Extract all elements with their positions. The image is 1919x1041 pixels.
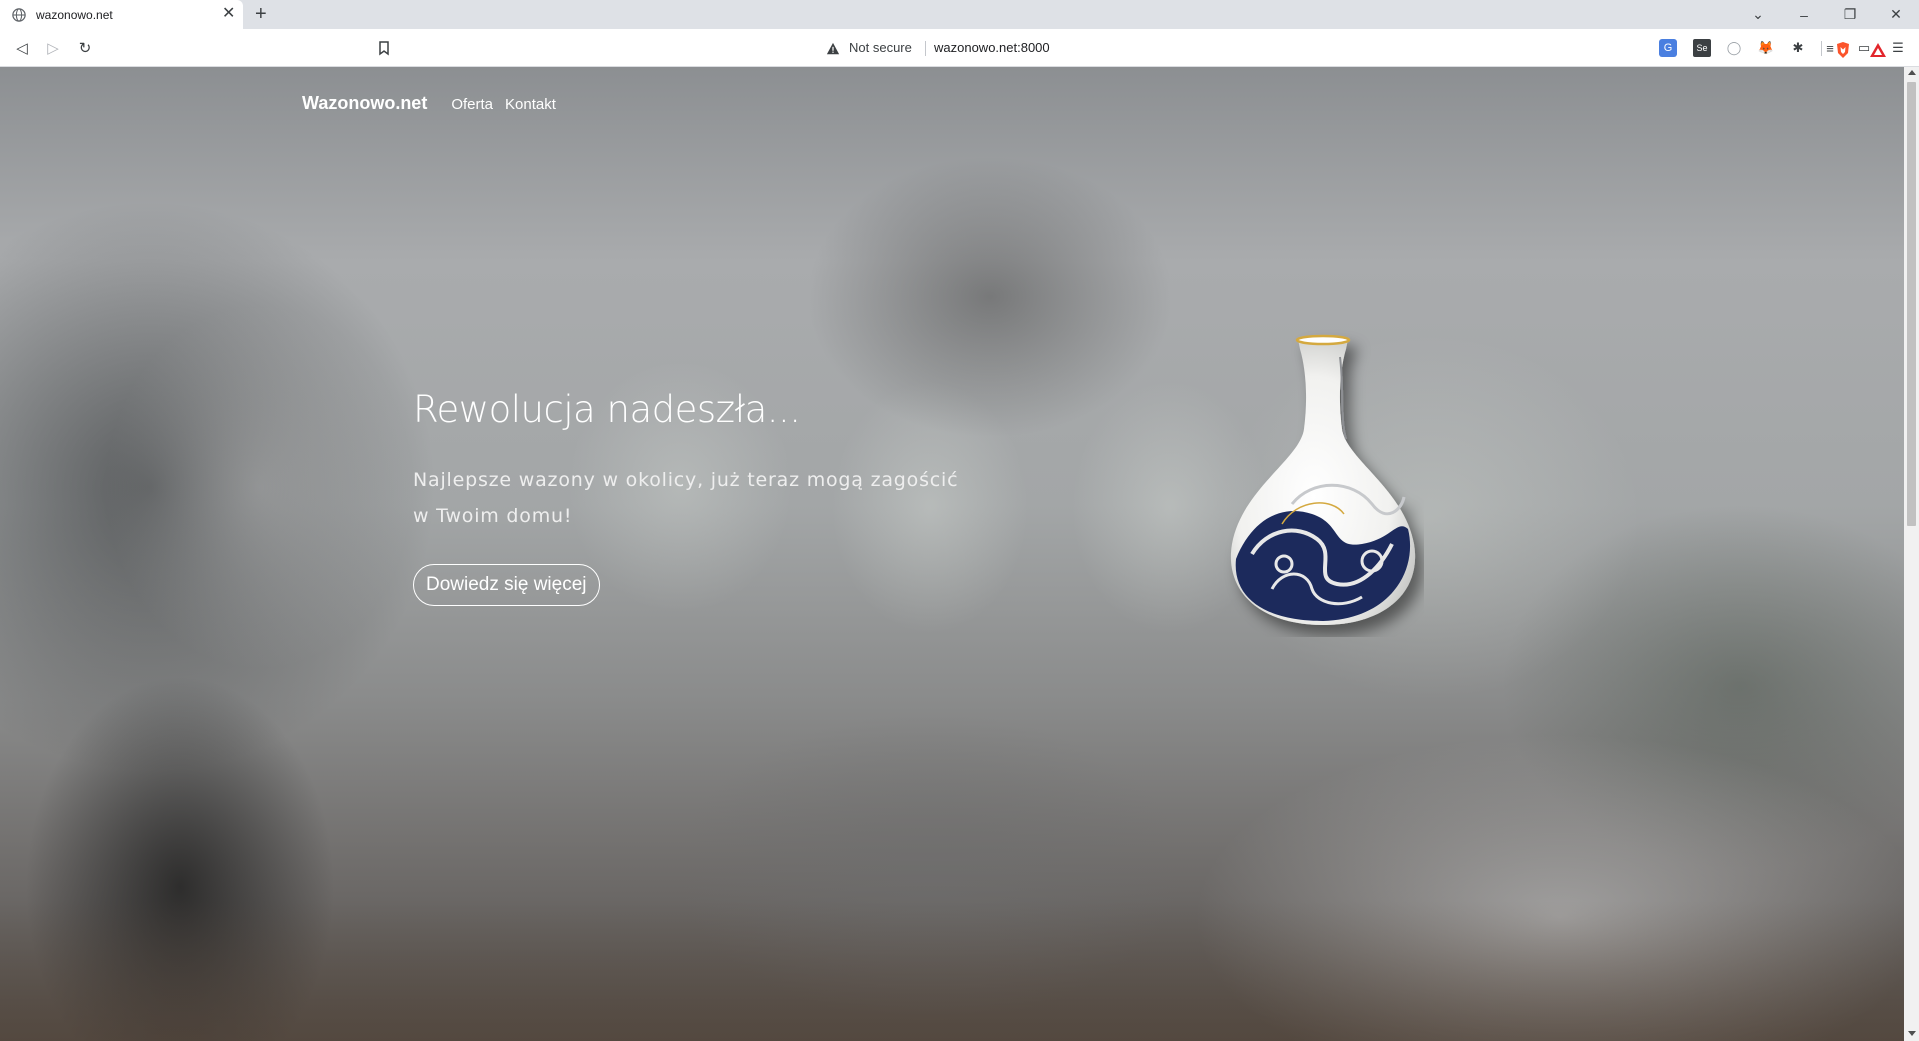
forward-button[interactable]: ▷	[43, 38, 63, 58]
tab-search-icon[interactable]: ⌄	[1735, 0, 1781, 29]
wallet-icon[interactable]: ▭	[1855, 39, 1873, 57]
site-navbar: Wazonowo.net Oferta Kontakt	[302, 93, 556, 114]
close-tab-icon[interactable]: ✕	[222, 6, 235, 22]
extensions-puzzle-icon[interactable]: ✱	[1789, 39, 1807, 57]
url-text[interactable]: wazonowo.net:8000	[934, 40, 1050, 55]
hero-title: Rewolucja nadeszła...	[413, 388, 801, 431]
restore-button[interactable]: ❐	[1827, 0, 1873, 29]
new-tab-button[interactable]: +	[255, 4, 267, 24]
tab-active[interactable]: wazonowo.net ✕	[0, 0, 243, 29]
scroll-thumb[interactable]	[1907, 82, 1916, 526]
translate-extension-icon[interactable]: G	[1659, 39, 1677, 57]
browser-toolbar: ◁ ▷ ↻ Not secure wazonowo.net:8000 G Se …	[0, 29, 1919, 67]
bookmark-icon[interactable]	[376, 40, 392, 56]
menu-icon[interactable]: ☰	[1889, 39, 1907, 57]
nav-link-contact[interactable]: Kontakt	[505, 96, 556, 113]
scroll-up-arrow-icon[interactable]	[1908, 70, 1916, 75]
url-separator	[925, 41, 926, 56]
window-controls: ⌄ – ❐ ✕	[1735, 0, 1919, 29]
minimize-button[interactable]: –	[1781, 0, 1827, 29]
warning-icon[interactable]	[826, 42, 840, 56]
background-floor	[0, 901, 1904, 1041]
metamask-extension-icon[interactable]: 🦊	[1757, 39, 1775, 57]
nav-link-offer[interactable]: Oferta	[451, 96, 493, 113]
vase-image	[1230, 334, 1416, 625]
reload-button[interactable]: ↻	[75, 38, 95, 58]
circle-extension-icon[interactable]: ◯	[1725, 39, 1743, 57]
hero-subtitle: Najlepsze wazony w okolicy, już teraz mo…	[413, 469, 959, 527]
page-viewport: Wazonowo.net Oferta Kontakt Rewolucja na…	[0, 67, 1904, 1041]
selenium-extension-icon[interactable]: Se	[1693, 39, 1711, 57]
tab-strip: wazonowo.net ✕ + ⌄ – ❐ ✕	[0, 0, 1919, 29]
globe-icon	[12, 8, 26, 22]
scroll-down-arrow-icon[interactable]	[1908, 1031, 1916, 1036]
reading-list-icon[interactable]: ≡	[1821, 39, 1839, 57]
back-button[interactable]: ◁	[12, 38, 32, 58]
learn-more-button[interactable]: Dowiedz się więcej	[413, 564, 600, 606]
address-bar[interactable]: Not secure wazonowo.net:8000	[408, 34, 1886, 62]
site-brand-link[interactable]: Wazonowo.net	[302, 93, 427, 114]
close-window-button[interactable]: ✕	[1873, 0, 1919, 29]
tab-title: wazonowo.net	[36, 8, 113, 22]
page-scrollbar[interactable]	[1904, 67, 1919, 1041]
security-label[interactable]: Not secure	[849, 40, 912, 55]
